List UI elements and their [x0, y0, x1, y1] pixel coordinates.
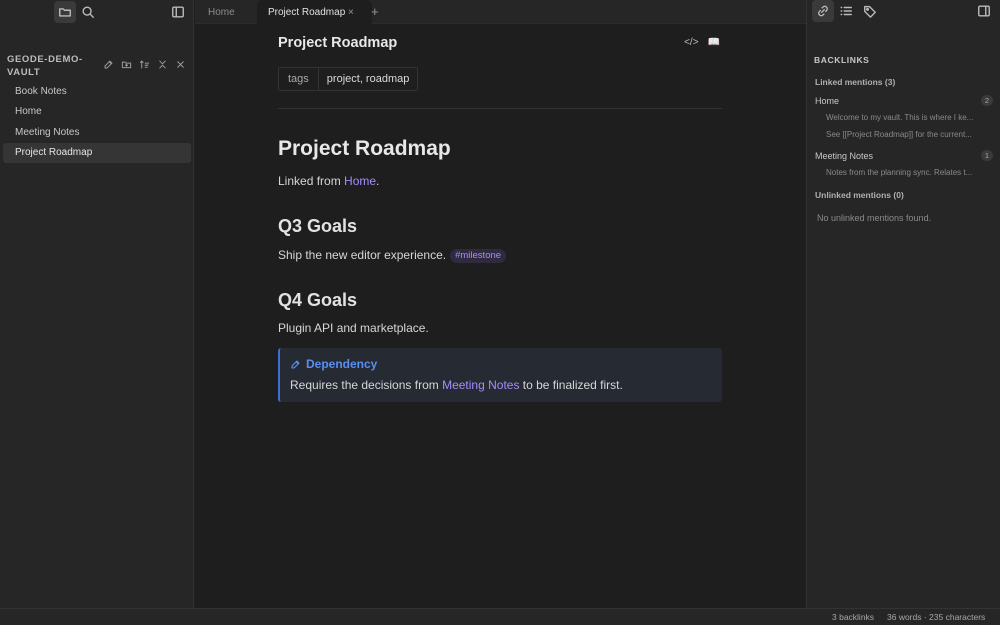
home-link[interactable]: Home	[344, 174, 376, 188]
callout-text: Requires the decisions from	[290, 378, 443, 392]
callout-title: Dependency	[290, 357, 377, 371]
link-icon[interactable]	[812, 0, 834, 22]
properties-table: tags project, roadmap	[278, 67, 419, 91]
dependency-callout: Dependency Requires the decisions from M…	[278, 348, 722, 402]
backlink-count-badge: 2	[981, 95, 993, 106]
property-value[interactable]: project, roadmap	[319, 68, 418, 90]
view-actions: </> 📖	[684, 37, 720, 48]
tag-icon[interactable]	[859, 0, 881, 22]
vault-actions	[101, 57, 187, 71]
search-icon[interactable]	[77, 1, 99, 23]
backlink-snippet[interactable]: See [[Project Roadmap]] for the current.…	[826, 130, 990, 139]
tab-label: Project Roadmap	[268, 7, 346, 18]
left-sidebar-toolbar	[0, 0, 193, 24]
linked-from-text: Linked from	[278, 174, 345, 188]
backlink-file-name: Home	[815, 96, 840, 106]
app-window: GEODE-DEMO-VAULT Book Notes Home Meeting…	[0, 0, 1000, 625]
heading-q4-goals: Q4 Goals	[278, 290, 358, 310]
editor-pane: Project Roadmap </> 📖 tags project, road…	[195, 24, 806, 608]
backlink-count-badge: 1	[981, 150, 993, 161]
sidebar-toggle-icon[interactable]	[167, 1, 189, 23]
file-item-home[interactable]: Home	[3, 102, 191, 122]
linked-from-suffix: .	[376, 174, 380, 188]
left-sidebar: GEODE-DEMO-VAULT Book Notes Home Meeting…	[0, 0, 194, 608]
tab-bar: Home Project Roadmap × +	[195, 0, 806, 24]
sort-icon[interactable]	[137, 57, 151, 71]
properties-divider	[278, 108, 722, 109]
vault-name[interactable]: GEODE-DEMO-VAULT	[7, 53, 87, 79]
backlinks-heading: BACKLINKS	[814, 55, 870, 65]
unlinked-empty-message: No unlinked mentions found.	[817, 213, 932, 223]
meeting-notes-link[interactable]: Meeting Notes	[442, 378, 519, 392]
callout-title-text: Dependency	[306, 357, 378, 371]
tab-home[interactable]: Home	[208, 0, 258, 24]
q3-paragraph: Ship the new editor experience. #mileston…	[278, 248, 507, 263]
backlink-file-meeting-notes[interactable]: Meeting Notes 1	[815, 150, 993, 161]
note-title[interactable]: Project Roadmap	[278, 35, 397, 51]
property-key[interactable]: tags	[279, 68, 319, 90]
status-backlinks[interactable]: 3 backlinks	[832, 612, 874, 622]
pencil-icon	[291, 359, 300, 369]
tab-project-roadmap[interactable]: Project Roadmap	[257, 0, 372, 24]
status-bar: 3 backlinks 36 words · 235 characters	[0, 608, 1000, 625]
backlink-file-name: Meeting Notes	[815, 151, 874, 161]
linked-from-paragraph: Linked from Home.	[278, 174, 379, 188]
close-icon[interactable]	[173, 57, 187, 71]
callout-body: Requires the decisions from Meeting Note…	[290, 378, 623, 392]
status-word-count[interactable]: 36 words · 235 characters	[887, 612, 985, 622]
heading-q3-goals: Q3 Goals	[278, 216, 358, 236]
linked-mentions-label[interactable]: Linked mentions (3)	[815, 77, 895, 87]
new-tab-icon[interactable]: +	[371, 4, 379, 19]
heading-h1: Project Roadmap	[278, 137, 451, 160]
backlink-file-home[interactable]: Home 2	[815, 95, 993, 106]
new-folder-icon[interactable]	[119, 57, 133, 71]
file-item-book-notes[interactable]: Book Notes	[3, 82, 191, 102]
source-mode-icon[interactable]: </>	[684, 37, 698, 48]
right-sidebar-toggle-icon[interactable]	[973, 0, 995, 22]
q4-paragraph: Plugin API and marketplace.	[278, 321, 429, 335]
collapse-icon[interactable]	[155, 57, 169, 71]
backlink-snippet[interactable]: Notes from the planning sync. Relates t.…	[826, 168, 990, 177]
reading-mode-icon[interactable]: 📖	[708, 37, 720, 48]
callout-suffix: to be finalized first.	[519, 378, 623, 392]
q3-text: Ship the new editor experience.	[278, 248, 447, 262]
vault-header: GEODE-DEMO-VAULT	[7, 53, 191, 79]
tab-close-icon[interactable]: ×	[348, 7, 354, 18]
unlinked-mentions-label[interactable]: Unlinked mentions (0)	[815, 190, 904, 200]
folder-icon[interactable]	[54, 1, 76, 23]
list-icon[interactable]	[835, 0, 857, 22]
right-sidebar: BACKLINKS Linked mentions (3) Home 2 Wel…	[806, 0, 1000, 608]
new-note-icon[interactable]	[101, 57, 115, 71]
milestone-tag[interactable]: #milestone	[450, 249, 507, 263]
file-item-project-roadmap[interactable]: Project Roadmap	[3, 143, 191, 164]
backlink-snippet[interactable]: Welcome to my vault. This is where I ke.…	[826, 113, 990, 122]
file-list: Book Notes Home Meeting Notes Project Ro…	[3, 82, 191, 164]
file-item-meeting-notes[interactable]: Meeting Notes	[3, 123, 191, 143]
